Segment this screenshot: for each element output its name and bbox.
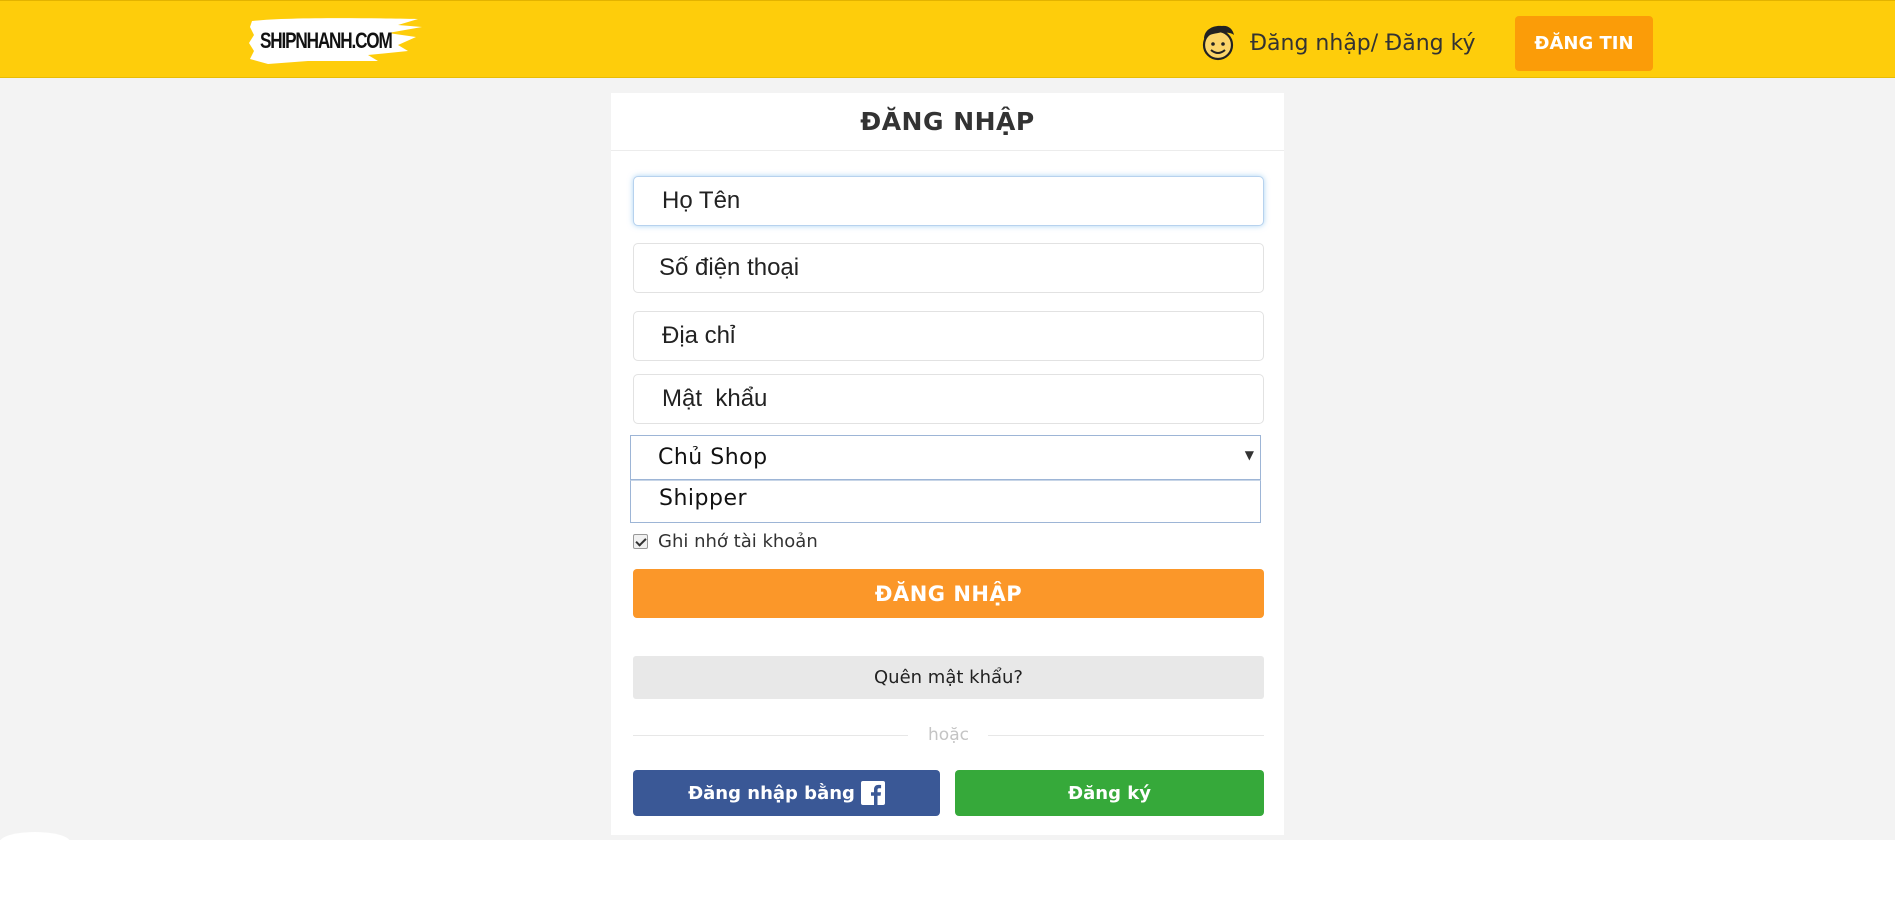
login-card: ĐĂNG NHẬP Chủ Shop ▼ Shipper Ghi nhớ tài… [611,93,1284,835]
page: SHIPNHANH.COM Đăng nhập/ Đăng ký ĐĂNG TI… [0,0,1895,924]
header: SHIPNHANH.COM Đăng nhập/ Đăng ký ĐĂNG TI… [0,0,1895,78]
role-select-value: Chủ Shop [658,445,768,470]
logo[interactable]: SHIPNHANH.COM [248,15,424,67]
smiley-face-icon [1202,25,1234,61]
remember-account: Ghi nhớ tài khoản [633,530,818,552]
post-listing-button[interactable]: ĐĂNG TIN [1515,16,1653,71]
or-divider: hoặc [633,725,1264,745]
role-option-shipper[interactable]: Shipper [630,480,1261,523]
register-button[interactable]: Đăng ký [955,770,1264,816]
full-name-input[interactable] [633,176,1264,226]
role-select-box[interactable]: Chủ Shop ▼ [630,435,1261,480]
role-select: Chủ Shop ▼ Shipper [630,435,1261,523]
login-register-link[interactable]: Đăng nhập/ Đăng ký [1250,31,1476,56]
remember-checkbox[interactable] [633,533,648,549]
user-login-area[interactable]: Đăng nhập/ Đăng ký [1198,23,1476,63]
remember-label: Ghi nhớ tài khoản [658,530,818,552]
login-submit-button[interactable]: ĐĂNG NHẬP [633,569,1264,618]
facebook-login-label: Đăng nhập bằng [688,782,855,804]
role-option-label: Shipper [659,486,748,511]
forgot-password-button[interactable]: Quên mật khẩu? [633,656,1264,699]
phone-input[interactable] [633,243,1264,293]
logo-text: SHIPNHANH.COM [260,28,393,53]
facebook-icon [860,781,885,805]
password-input[interactable] [633,374,1264,424]
divider-line-right [988,735,1264,736]
login-title: ĐĂNG NHẬP [611,93,1284,151]
dropdown-arrow-icon: ▼ [1244,448,1254,462]
facebook-login-button[interactable]: Đăng nhập bằng [633,770,940,816]
decorative-smudge [0,832,70,852]
address-input[interactable] [633,311,1264,361]
